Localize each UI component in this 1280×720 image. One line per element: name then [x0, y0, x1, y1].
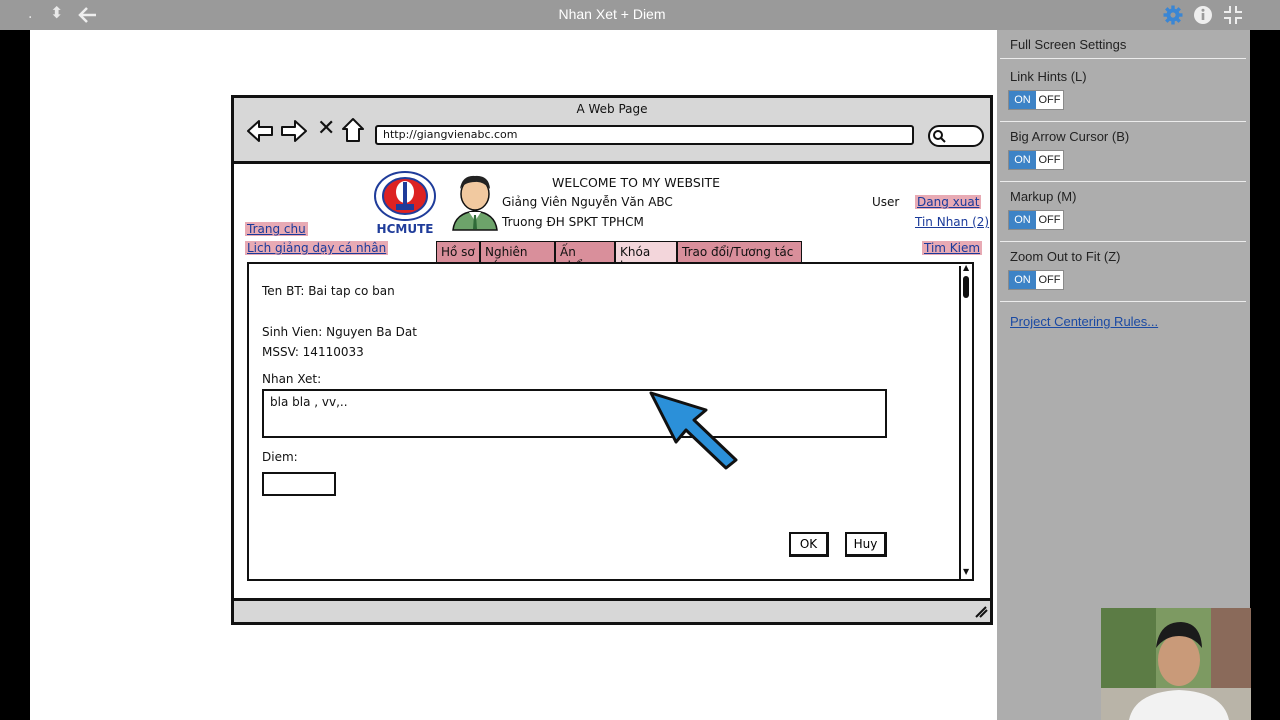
exercise-name: Ten BT: Bai tap co ban — [262, 284, 395, 298]
schedule-link[interactable]: Lich giảng dạy cá nhân — [245, 241, 389, 255]
tab-research[interactable]: Nghiên cứu — [480, 241, 555, 273]
resize-grip-icon[interactable] — [974, 606, 988, 618]
student-name: Sinh Vien: Nguyen Ba Dat — [262, 325, 417, 339]
toggle-on[interactable]: ON — [1009, 91, 1036, 109]
viewer-title: Nhan Xet + Diem — [558, 6, 666, 22]
toggle-on[interactable]: ON — [1009, 151, 1036, 169]
toggle-on[interactable]: ON — [1009, 271, 1036, 289]
toggle-off[interactable]: OFF — [1036, 151, 1063, 169]
zoom-out-label: Zoom Out to Fit (Z) — [1010, 249, 1121, 264]
home-icon[interactable] — [341, 117, 365, 143]
divider — [1000, 121, 1246, 122]
toggle-off[interactable]: OFF — [1036, 91, 1063, 109]
student-id: MSSV: 14110033 — [262, 345, 364, 359]
right-black-margin — [1250, 30, 1280, 610]
link-hints-toggle[interactable]: ON OFF — [1008, 90, 1064, 110]
logo-text: HCMUTE — [377, 222, 434, 236]
webcam-video — [1101, 608, 1251, 720]
markup-label: Markup (M) — [1010, 189, 1077, 204]
toggle-on[interactable]: ON — [1009, 211, 1036, 229]
cancel-button[interactable]: Huy — [845, 532, 887, 557]
teacher-name: Giảng Viên Nguyễn Văn ABC — [502, 195, 673, 209]
messages-link[interactable]: Tin Nhan (2) — [915, 215, 989, 229]
zoom-out-toggle[interactable]: ON OFF — [1008, 270, 1064, 290]
user-label: User — [872, 195, 900, 209]
viewer-toolbar: . ⬍ Nhan Xet + Diem — [0, 0, 1280, 30]
scroll-thumb[interactable] — [963, 276, 969, 298]
mockup-status-bar — [234, 598, 990, 622]
forward-icon[interactable] — [280, 118, 308, 144]
project-centering-rules-link[interactable]: Project Centering Rules... — [1010, 314, 1158, 329]
mockup-browser-chrome: A Web Page ✕ http://giangvienabc.com — [234, 98, 990, 164]
grading-panel: Ten BT: Bai tap co ban Sinh Vien: Nguyen… — [247, 262, 974, 581]
toggle-off[interactable]: OFF — [1036, 271, 1063, 289]
tab-profile[interactable]: Hồ sơ — [436, 241, 480, 263]
mockup-window-title: A Web Page — [576, 102, 648, 116]
home-link[interactable]: Trang chu — [245, 222, 308, 236]
big-arrow-cursor-icon — [649, 391, 738, 470]
tab-interaction[interactable]: Trao đổi/Tương tác — [677, 241, 802, 263]
welcome-heading: WELCOME TO MY WEBSITE — [552, 175, 721, 190]
back-icon[interactable] — [246, 118, 274, 144]
stop-icon[interactable]: ✕ — [317, 116, 335, 141]
markup-toggle[interactable]: ON OFF — [1008, 210, 1064, 230]
gear-icon[interactable] — [1163, 5, 1183, 25]
score-label: Diem: — [262, 450, 298, 464]
left-black-margin — [0, 30, 30, 720]
score-input[interactable] — [262, 472, 336, 496]
big-arrow-cursor-label: Big Arrow Cursor (B) — [1010, 129, 1130, 144]
tab-publications[interactable]: Ấn phẩm — [555, 241, 615, 273]
scroll-down-icon[interactable]: ▼ — [963, 567, 969, 576]
ok-button[interactable]: OK — [789, 532, 829, 557]
webcam-presenter-image — [1101, 608, 1251, 720]
big-arrow-cursor-toggle[interactable]: ON OFF — [1008, 150, 1064, 170]
divider — [1000, 241, 1246, 242]
info-icon[interactable] — [1193, 5, 1213, 25]
divider — [1000, 181, 1246, 182]
hcmute-logo: HCMUTE — [374, 171, 436, 236]
teacher-avatar-icon — [452, 175, 498, 231]
browser-search-box[interactable] — [928, 125, 984, 147]
mockup-browser-window: A Web Page ✕ http://giangvienabc.com HCM… — [231, 95, 993, 625]
school-name: Truong ĐH SPKT TPHCM — [502, 215, 644, 229]
search-link[interactable]: Tim Kiem — [922, 241, 983, 255]
logout-link[interactable]: Dang xuat — [915, 195, 982, 209]
toggle-off[interactable]: OFF — [1036, 211, 1063, 229]
tab-courses[interactable]: Khóa học — [615, 241, 677, 273]
divider — [1000, 58, 1246, 59]
comment-textarea[interactable]: bla bla , vv,.. — [262, 389, 887, 438]
exit-fullscreen-icon[interactable] — [1223, 5, 1243, 25]
panel-scrollbar[interactable]: ▲ ▼ — [959, 263, 972, 579]
scroll-up-icon[interactable]: ▲ — [963, 263, 969, 272]
settings-header: Full Screen Settings — [1010, 37, 1127, 52]
divider — [1000, 301, 1246, 302]
search-icon — [933, 130, 946, 143]
comment-label: Nhan Xet: — [262, 372, 322, 386]
link-hints-label: Link Hints (L) — [1010, 69, 1087, 84]
url-input[interactable]: http://giangvienabc.com — [375, 125, 914, 145]
